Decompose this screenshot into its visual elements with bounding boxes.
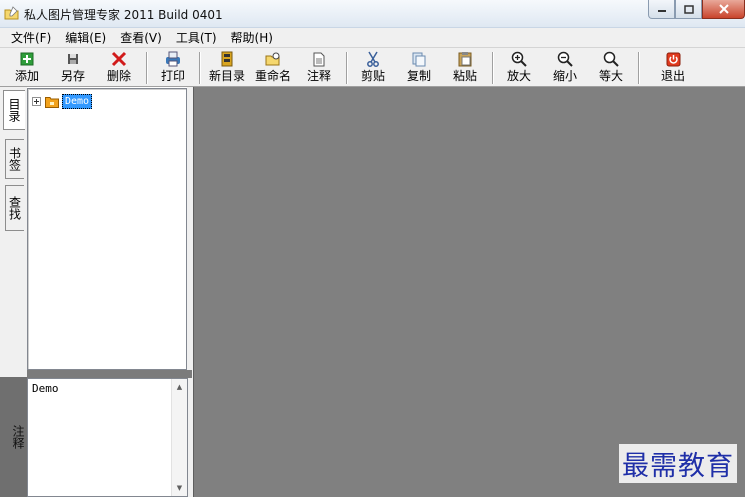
close-button[interactable] <box>702 0 745 19</box>
red-x-icon <box>111 51 127 67</box>
note-panel-label: 注释 <box>0 377 27 497</box>
panel-splitter-horizontal[interactable] <box>27 370 192 378</box>
zoom-in-icon <box>511 51 527 67</box>
print-button[interactable]: 打印 <box>156 50 190 86</box>
menu-tools[interactable]: 工具(T) <box>169 28 224 48</box>
add-button[interactable]: 添加 <box>10 50 44 86</box>
copy-icon <box>411 51 427 67</box>
menu-edit[interactable]: 编辑(E) <box>58 28 113 48</box>
annotate-label: 注释 <box>306 69 331 83</box>
save-as-label: 另存 <box>60 69 85 83</box>
exit-power-icon <box>665 51 681 67</box>
note-textarea[interactable]: Demo <box>32 382 59 395</box>
image-viewer[interactable] <box>193 87 745 497</box>
tab-search[interactable]: 查找 <box>5 185 24 231</box>
menu-help[interactable]: 帮助(H) <box>224 28 280 48</box>
rename-folder-icon <box>265 51 281 67</box>
menu-file[interactable]: 文件(F) <box>4 28 58 48</box>
note-scrollbar[interactable]: ▲ ▼ <box>171 379 187 496</box>
note-panel[interactable]: Demo ▲ ▼ <box>27 378 188 497</box>
print-label: 打印 <box>160 69 185 83</box>
floppy-disk-icon <box>65 51 81 67</box>
exit-button[interactable]: 退出 <box>656 50 690 86</box>
toolbar-separator <box>199 52 201 84</box>
title-bar: 私人图片管理专家 2011 Build 0401 <box>0 0 745 28</box>
folder-tree[interactable]: Demo <box>27 88 187 370</box>
watermark: 最需教育 <box>619 444 737 483</box>
zoom-actual-icon <box>603 51 619 67</box>
toolbar-separator <box>492 52 494 84</box>
folder-pencil-icon <box>4 6 19 20</box>
new-folder-film-icon <box>219 51 235 67</box>
tree-expand-icon[interactable] <box>32 97 41 106</box>
add-green-icon <box>19 51 35 67</box>
toolbar-separator <box>146 52 148 84</box>
annotate-button[interactable]: 注释 <box>302 50 336 86</box>
copy-label: 复制 <box>406 69 431 83</box>
maximize-button[interactable] <box>675 0 702 19</box>
zoom-out-icon <box>557 51 573 67</box>
delete-button[interactable]: 删除 <box>102 50 136 86</box>
close-icon <box>718 4 729 14</box>
tab-bookmarks[interactable]: 书签 <box>5 139 24 179</box>
left-tab-strip: 目录 书签 查找 注释 <box>0 87 27 497</box>
paste-button[interactable]: 粘贴 <box>448 50 482 86</box>
tree-node-root[interactable]: Demo <box>32 94 93 109</box>
toolbar-separator <box>638 52 640 84</box>
window-title: 私人图片管理专家 2011 Build 0401 <box>24 8 223 22</box>
scissors-icon <box>365 51 381 67</box>
menu-view[interactable]: 查看(V) <box>113 28 169 48</box>
new-folder-label: 新目录 <box>208 69 245 83</box>
copy-button[interactable]: 复制 <box>402 50 436 86</box>
save-as-button[interactable]: 另存 <box>56 50 90 86</box>
new-folder-button[interactable]: 新目录 <box>206 50 248 86</box>
document-note-icon <box>311 51 327 67</box>
rename-label: 重命名 <box>254 69 291 83</box>
add-label: 添加 <box>14 69 39 83</box>
printer-icon <box>165 51 181 67</box>
delete-label: 删除 <box>106 69 131 83</box>
maximize-icon <box>683 4 694 14</box>
tree-node-label[interactable]: Demo <box>62 94 93 109</box>
minimize-button[interactable] <box>648 0 675 19</box>
paste-clipboard-icon <box>457 51 473 67</box>
scroll-up-arrow-icon[interactable]: ▲ <box>172 379 187 395</box>
zoom-out-button[interactable]: 缩小 <box>548 50 582 86</box>
scroll-down-arrow-icon[interactable]: ▼ <box>172 480 187 496</box>
zoom-out-label: 缩小 <box>552 69 577 83</box>
menu-bar: 文件(F) 编辑(E) 查看(V) 工具(T) 帮助(H) <box>0 28 745 48</box>
cut-button[interactable]: 剪贴 <box>356 50 390 86</box>
zoom-in-button[interactable]: 放大 <box>502 50 536 86</box>
rename-button[interactable]: 重命名 <box>252 50 294 86</box>
toolbar-separator <box>346 52 348 84</box>
actual-size-label: 等大 <box>598 69 623 83</box>
paste-label: 粘贴 <box>452 69 477 83</box>
toolbar: 添加 另存 删除 打印 新目录 重命名 注释 剪贴 复制 粘贴 放大 缩小 等大… <box>0 48 745 87</box>
folder-icon <box>45 96 59 108</box>
note-label-text: 注释 <box>11 425 25 449</box>
exit-label: 退出 <box>660 69 685 83</box>
minimize-icon <box>657 10 666 12</box>
tab-directory[interactable]: 目录 <box>3 90 25 130</box>
zoom-in-label: 放大 <box>506 69 531 83</box>
actual-size-button[interactable]: 等大 <box>594 50 628 86</box>
cut-label: 剪贴 <box>360 69 385 83</box>
